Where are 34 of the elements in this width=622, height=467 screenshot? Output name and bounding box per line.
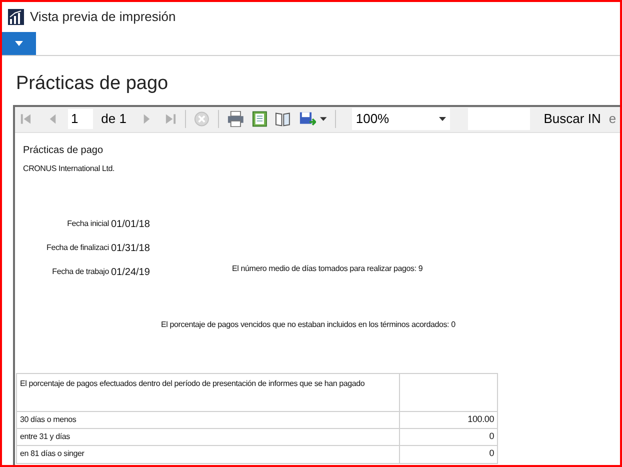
table-header-cell: El porcentaje de pagos efectuados dentro del período de presentación de informes que se han pagado [17, 374, 400, 410]
table-cell-text: 0 [488, 430, 495, 443]
book-icon[interactable] [275, 111, 291, 127]
save-icon[interactable] [298, 110, 316, 128]
report-title: Prácticas de pago [23, 144, 104, 158]
average-days-text: El número medio de días tomados para realizar pagos: 9 [232, 264, 423, 272]
field-value: 01/24/19 [111, 266, 150, 280]
window-title: Vista previa de impresión [30, 8, 176, 26]
search-field[interactable] [468, 108, 530, 130]
caret-icon [439, 117, 446, 121]
overdue-percent-text: El porcentaje de pagos vencidos que no estaban incluidos en los términos acordados: 0 [161, 320, 456, 328]
field-label: Fecha de trabajo [51, 266, 110, 278]
table-cell-text: 100.00 [466, 412, 495, 426]
chart-icon [8, 9, 24, 25]
field-label: Fecha de finalizaci [46, 242, 110, 254]
caret-icon [15, 41, 23, 46]
table-cell-text: 0 [488, 447, 495, 460]
table-cell: en 81 días o singer [17, 446, 400, 462]
table-cell: 30 días o menos [17, 412, 400, 428]
field-value: 01/01/18 [111, 218, 150, 232]
page-layout-icon[interactable] [252, 111, 268, 127]
field-value: 01/31/18 [111, 242, 150, 256]
field-label: Fecha inicial [66, 218, 110, 230]
page-number-field[interactable]: 1 [68, 109, 94, 129]
zoom-dropdown[interactable]: 100% [352, 108, 450, 130]
page-count: de 1 [101, 110, 126, 128]
print-icon[interactable] [226, 111, 244, 127]
page-title: Prácticas de pago [16, 73, 168, 94]
caret-icon[interactable] [320, 117, 327, 121]
search-button[interactable]: Buscar IN [544, 109, 601, 129]
company-name: CRONUS International Ltd. [23, 162, 116, 174]
table-cell: entre 31 y días [17, 428, 400, 444]
menu-dropdown-button[interactable] [2, 32, 36, 55]
toolbar-text: e [608, 110, 616, 128]
